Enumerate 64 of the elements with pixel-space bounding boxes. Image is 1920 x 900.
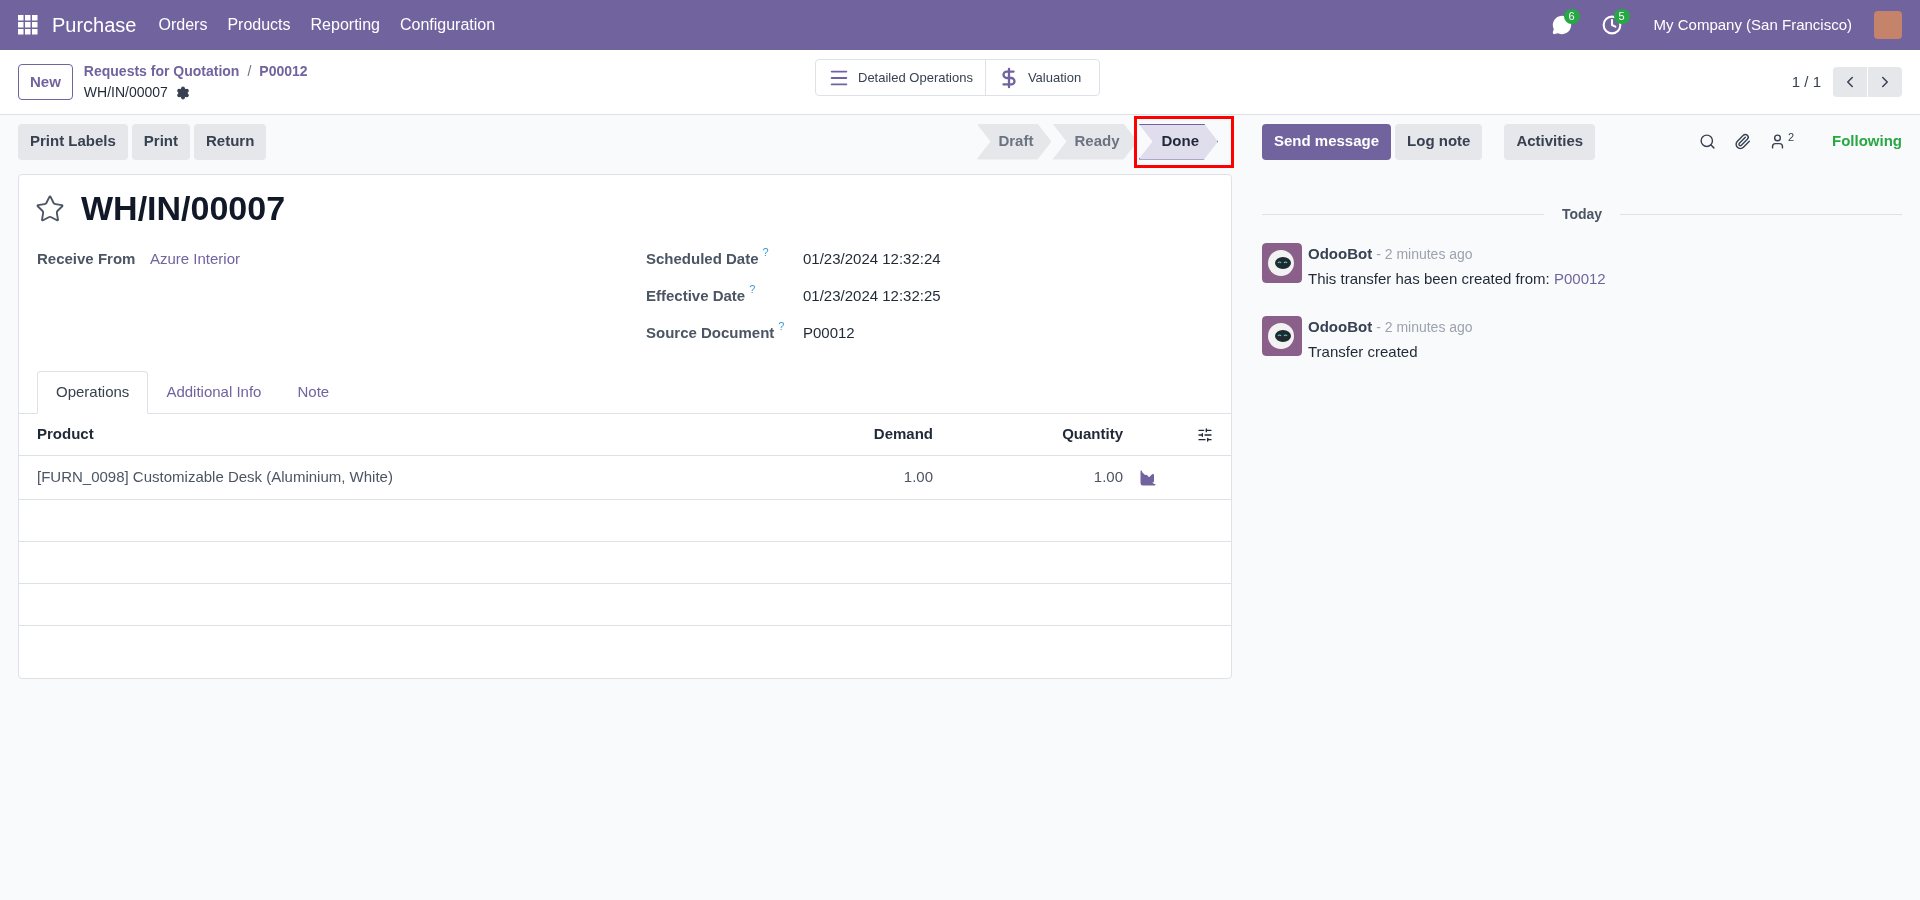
- message-text: Transfer created: [1308, 341, 1418, 362]
- message-text: This transfer has been created from:: [1308, 268, 1551, 289]
- chatter-button[interactable]: Log note: [1395, 123, 1483, 160]
- new-button[interactable]: New: [18, 64, 73, 100]
- breadcrumb-link[interactable]: P00012: [259, 61, 308, 82]
- field-value: 01/23/2024 12:32:24: [803, 249, 941, 269]
- column-settings-icon[interactable]: [1197, 426, 1213, 443]
- help-tooltip-mark[interactable]: ?: [778, 318, 785, 335]
- chatter-button[interactable]: Send message: [1262, 123, 1392, 160]
- field-label: Source Document: [646, 323, 775, 343]
- message-link[interactable]: P00012: [1553, 267, 1606, 290]
- favorite-star-icon[interactable]: [35, 193, 65, 224]
- pager-value[interactable]: 1 / 1: [1791, 70, 1821, 94]
- status-step[interactable]: Draft: [976, 123, 1052, 160]
- field-label: Scheduled Date: [646, 249, 759, 269]
- menu-item[interactable]: Orders: [148, 13, 218, 37]
- message-time: - 2 minutes ago: [1376, 318, 1473, 337]
- robot-avatar: [1262, 243, 1302, 283]
- notification-badge: 6: [1563, 9, 1580, 24]
- menu-item[interactable]: Configuration: [389, 13, 506, 37]
- record-title: WH/IN/00007: [81, 188, 286, 229]
- field-value: 01/23/2024 12:32:25: [803, 286, 941, 306]
- field-value: P00012: [803, 323, 855, 343]
- breadcrumb-separator: /: [247, 62, 252, 81]
- followers-count: 2: [1787, 130, 1794, 145]
- message-author: OdooBot: [1308, 317, 1373, 337]
- table-cell-text: 1.00: [902, 467, 933, 488]
- action-button[interactable]: Print Labels: [18, 123, 128, 160]
- chatter-button[interactable]: Activities: [1504, 123, 1596, 160]
- breadcrumb-link[interactable]: Requests for Quotation: [83, 61, 240, 82]
- column-header[interactable]: Quantity: [933, 423, 1123, 446]
- search-icon[interactable]: [1698, 133, 1716, 150]
- app-name[interactable]: Purchase: [52, 10, 137, 40]
- settings-icon[interactable]: [175, 85, 190, 100]
- robot-avatar: [1262, 316, 1302, 356]
- smart-button[interactable]: Detailed Operations: [816, 60, 985, 95]
- company-switcher[interactable]: My Company (San Francisco): [1653, 13, 1852, 37]
- date-divider: Today: [1561, 205, 1603, 224]
- apps-grid-icon[interactable]: [18, 15, 38, 35]
- action-button[interactable]: Print: [131, 123, 191, 160]
- menu-item[interactable]: Products: [217, 13, 301, 37]
- menu-item[interactable]: Reporting: [300, 13, 390, 37]
- form-tab[interactable]: Note: [279, 371, 348, 414]
- smart-button[interactable]: Valuation: [984, 60, 1100, 95]
- notification-badge: 5: [1613, 9, 1630, 24]
- following-button[interactable]: Following: [1832, 130, 1902, 153]
- status-step[interactable]: Done: [1138, 123, 1218, 160]
- field-link[interactable]: Azure Interior: [150, 248, 241, 271]
- column-header[interactable]: Demand: [733, 423, 933, 446]
- form-tab[interactable]: Additional Info: [148, 371, 280, 414]
- forecast-chart-icon[interactable]: [1139, 468, 1157, 487]
- table-cell-text: [FURN_0098] Customizable Desk (Aluminium, White): [37, 467, 394, 488]
- field-label: Effective Date: [646, 286, 746, 306]
- help-tooltip-mark[interactable]: ?: [749, 281, 756, 298]
- help-tooltip-mark[interactable]: ?: [762, 244, 769, 261]
- message-author: OdooBot: [1308, 244, 1373, 264]
- message-time: - 2 minutes ago: [1376, 245, 1473, 264]
- field-label: Receive From: [37, 249, 137, 269]
- paperclip-icon[interactable]: [1733, 133, 1751, 150]
- table-cell-text: 1.00: [1092, 467, 1123, 488]
- record-name: WH/IN/00007: [83, 83, 168, 102]
- column-header[interactable]: Product: [37, 423, 733, 446]
- action-button[interactable]: Return: [194, 123, 267, 160]
- form-tab[interactable]: Operations: [37, 371, 149, 414]
